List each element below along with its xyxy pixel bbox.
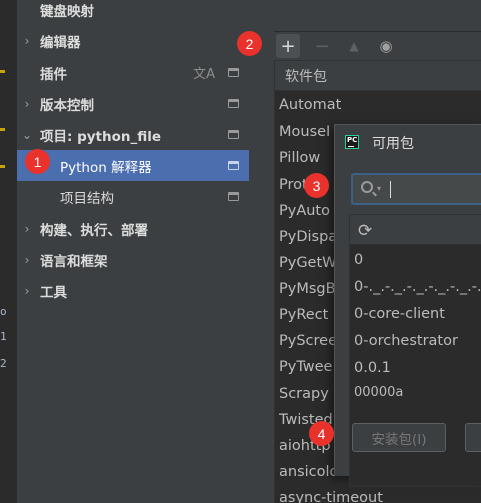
- list-item[interactable]: 0-orchestrator: [354, 328, 458, 354]
- sidebar-item-tools[interactable]: › 工具: [17, 275, 249, 306]
- refresh-icon[interactable]: ⟳: [358, 221, 372, 241]
- table-row[interactable]: PyRect: [279, 302, 328, 328]
- sidebar-item-plugins[interactable]: 插件 文A: [17, 57, 249, 88]
- project-settings-icon: [228, 130, 239, 139]
- gutter-marker: [0, 70, 5, 73]
- project-settings-icon: [228, 161, 239, 170]
- table-row[interactable]: PyScree: [279, 328, 337, 354]
- chevron-down-icon[interactable]: ⌄: [21, 128, 33, 142]
- sidebar-item-vcs[interactable]: › 版本控制: [17, 88, 249, 119]
- project-settings-icon: [228, 192, 239, 201]
- table-row[interactable]: Pillow: [279, 145, 320, 171]
- table-row[interactable]: PyDispa: [279, 224, 337, 250]
- sidebar-item-label: 项目结构: [60, 190, 114, 207]
- settings-sidebar: 键盘映射 › 编辑器 插件 文A › 版本控制 ⌄ 项目: python_fil…: [17, 0, 249, 503]
- sidebar-item-label: 构建、执行、部署: [40, 222, 148, 239]
- available-packages-dialog: PC 可用包 ▾ ⟳ 0 0-._.-._.-._.-._.-._.-._.- …: [334, 124, 481, 487]
- table-row[interactable]: PyTwee: [279, 354, 332, 380]
- sidebar-item-editor[interactable]: › 编辑器: [17, 25, 249, 56]
- gutter-digit: o: [0, 305, 7, 318]
- packages-toolbar: + − ▲ ◉: [274, 31, 481, 59]
- show-early-releases-icon[interactable]: ◉: [374, 34, 398, 58]
- sidebar-item-keymap[interactable]: 键盘映射: [17, 0, 249, 25]
- remove-package-button[interactable]: −: [310, 34, 334, 58]
- chevron-right-icon[interactable]: ›: [21, 34, 33, 48]
- install-package-button[interactable]: 安装包(I): [352, 423, 446, 452]
- table-row[interactable]: MouseI: [279, 119, 330, 145]
- dialog-title: 可用包: [372, 136, 414, 152]
- sidebar-item-project-structure[interactable]: 项目结构: [17, 181, 249, 212]
- list-item[interactable]: 0: [354, 247, 363, 273]
- sidebar-item-label: 编辑器: [40, 34, 81, 51]
- sidebar-item-python-interpreter[interactable]: Python 解释器: [17, 150, 249, 181]
- chevron-right-icon[interactable]: ›: [21, 253, 33, 267]
- gutter-digit: 2: [0, 357, 7, 370]
- upgrade-package-button[interactable]: ▲: [342, 34, 366, 58]
- dialog-title-bar[interactable]: PC 可用包: [335, 125, 481, 161]
- translate-icon: 文A: [193, 67, 215, 82]
- table-row[interactable]: async-timeout: [279, 485, 383, 503]
- package-search-input[interactable]: ▾: [351, 173, 481, 205]
- table-row[interactable]: PyMsgB: [279, 276, 336, 302]
- list-item[interactable]: 0-._.-._.-._.-._.-._.-._.-: [354, 274, 481, 300]
- sidebar-item-label: 语言和框架: [40, 253, 108, 270]
- list-item[interactable]: 00000a: [354, 379, 403, 405]
- list-item[interactable]: 0-core-client: [354, 301, 445, 327]
- pycharm-icon-text: PC: [347, 136, 358, 144]
- search-icon[interactable]: [361, 181, 373, 193]
- pycharm-icon: PC: [345, 135, 359, 149]
- project-settings-icon: [228, 99, 239, 108]
- sidebar-item-label: 工具: [40, 284, 67, 301]
- gutter-marker: [0, 128, 5, 131]
- annotation-badge: 2: [237, 31, 262, 56]
- project-settings-icon: [228, 68, 239, 77]
- list-toolbar: ⟳: [350, 215, 481, 245]
- chevron-right-icon[interactable]: ›: [21, 284, 33, 298]
- gutter-marker: [0, 165, 5, 168]
- annotation-badge: 3: [304, 173, 329, 198]
- add-package-button[interactable]: +: [276, 34, 300, 58]
- table-row[interactable]: PyGetW: [279, 250, 337, 276]
- annotation-badge: 4: [309, 421, 334, 446]
- list-item[interactable]: 0.0.1: [354, 355, 391, 381]
- sidebar-item-label: 项目: python_file: [40, 128, 162, 145]
- sidebar-item-build[interactable]: › 构建、执行、部署: [17, 213, 249, 244]
- chevron-right-icon[interactable]: ›: [21, 97, 33, 111]
- table-row[interactable]: Automat: [279, 92, 341, 118]
- text-caret: [390, 181, 391, 198]
- manage-repositories-button[interactable]: [465, 423, 481, 452]
- table-row[interactable]: Scrapy: [279, 381, 329, 407]
- annotation-badge: 1: [25, 149, 50, 174]
- chevron-down-icon[interactable]: ▾: [377, 184, 381, 193]
- sidebar-item-label: 插件: [40, 66, 67, 83]
- chevron-right-icon[interactable]: ›: [21, 222, 33, 236]
- table-row[interactable]: PyAuto: [279, 198, 330, 224]
- sidebar-item-project[interactable]: ⌄ 项目: python_file: [17, 119, 249, 150]
- sidebar-item-label: 键盘映射: [40, 3, 94, 20]
- gutter-digit: 1: [0, 330, 7, 343]
- sidebar-item-label: Python 解释器: [60, 159, 152, 176]
- editor-gutter: o 1 2: [0, 0, 17, 503]
- sidebar-item-label: 版本控制: [40, 97, 94, 114]
- packages-column-header[interactable]: 软件包: [275, 61, 481, 91]
- sidebar-item-languages[interactable]: › 语言和框架: [17, 244, 249, 275]
